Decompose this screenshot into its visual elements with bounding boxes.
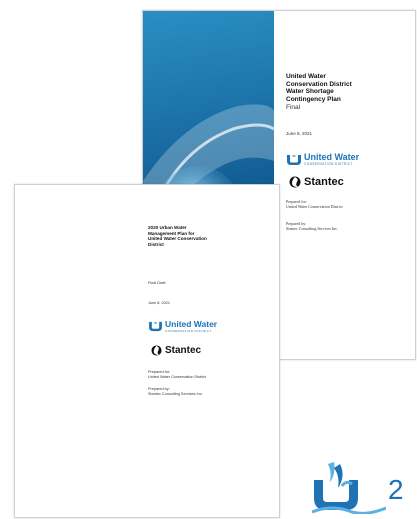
prepared-by-value: Stantec Consulting Services Inc.	[148, 391, 203, 396]
prepared-for-value: United Water Conservation District	[148, 374, 207, 379]
prepared-for: Prepared for: United Water Conservation …	[286, 199, 410, 209]
logo-tagline: CONSERVATION DISTRICT	[304, 162, 353, 166]
stantec-logo: Stantec	[151, 345, 201, 356]
prepared-for: Prepared for: United Water Conservation …	[148, 370, 272, 380]
prepared-by: Prepared by: Stantec Consulting Services…	[286, 221, 410, 231]
title-line: District	[148, 241, 164, 247]
water-drop-logo-icon	[311, 462, 387, 515]
title-line: Water Shortage	[286, 88, 334, 96]
united-water-logo: United Water CONSERVATION DISTRICT	[286, 153, 359, 166]
stantec-logo: Stantec	[289, 176, 344, 188]
document-date: June 8, 2021	[286, 131, 313, 136]
document-status: Final	[286, 104, 301, 112]
document-date: June 8, 2021	[148, 301, 170, 305]
stantec-swirl-icon	[289, 176, 301, 188]
wscp-title: United Water Conservation District Water…	[286, 73, 410, 111]
title-line: Contingency Plan	[286, 95, 341, 103]
stantec-wordmark: Stantec	[304, 176, 344, 188]
water-drop-logo-icon	[149, 321, 162, 331]
water-drop-logo-icon	[287, 154, 301, 165]
document-status: Final Draft	[148, 281, 166, 285]
prepared-by: Prepared by: Stantec Consulting Services…	[148, 387, 272, 397]
united-water-logo: United Water CONSERVATION DISTRICT	[148, 320, 217, 333]
logo-name: United Water	[165, 319, 218, 329]
logo-name: United Water	[304, 152, 360, 162]
logo-tagline: CONSERVATION DISTRICT	[165, 328, 212, 333]
title-line: United Water	[286, 73, 326, 80]
brand-logo-mark	[311, 458, 387, 519]
prepared-by-value: Stantec Consulting Services Inc.	[286, 226, 338, 231]
uwmp-cover-page: 2020 Urban Water Management Plan for Uni…	[14, 184, 280, 518]
uwmp-title: 2020 Urban Water Management Plan for Uni…	[148, 225, 272, 247]
prepared-for-value: United Water Conservation District	[286, 204, 343, 209]
stantec-wordmark: Stantec	[165, 345, 202, 356]
stantec-swirl-icon	[151, 345, 162, 356]
title-line: Conservation District	[286, 80, 352, 88]
page-number: 2	[388, 474, 404, 505]
